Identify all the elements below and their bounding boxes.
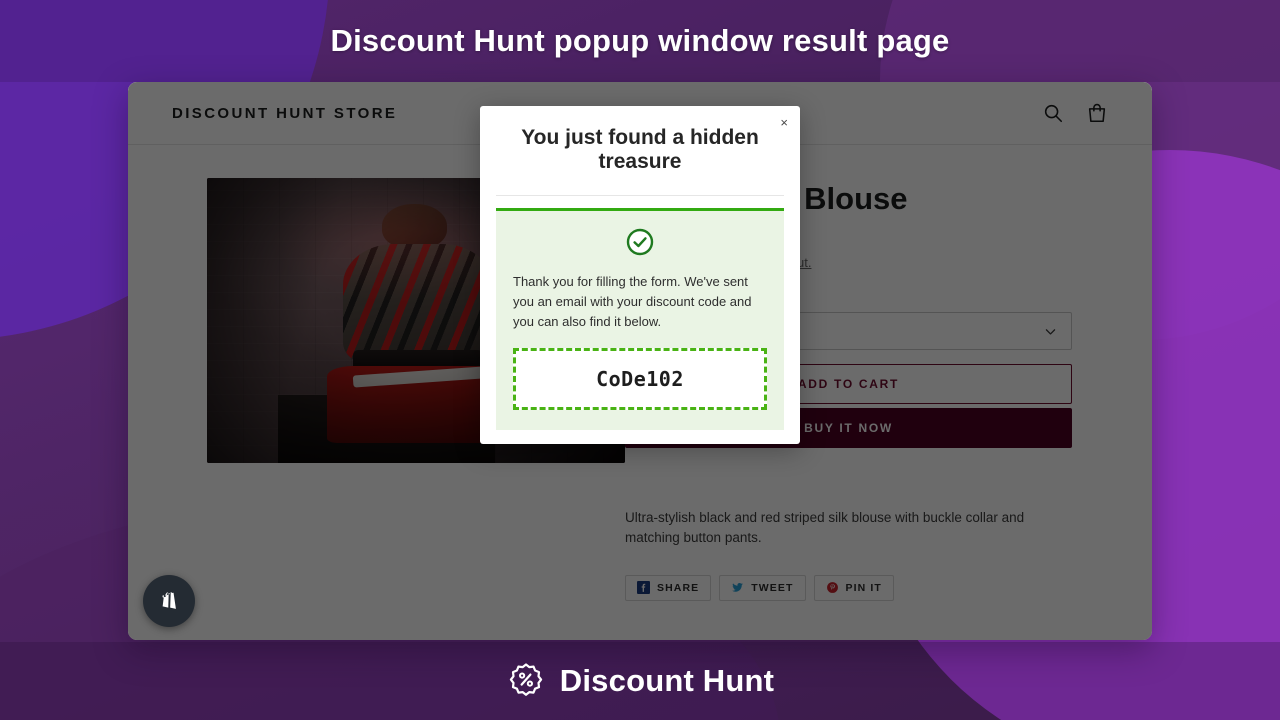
footer-brand: Discount Hunt — [0, 642, 1280, 720]
discount-code-box[interactable]: CoDe102 — [513, 348, 767, 411]
popup-divider — [496, 194, 784, 196]
success-panel: Thank you for filling the form. We've se… — [496, 207, 784, 431]
product-description: Ultra-stylish black and red striped silk… — [625, 510, 1025, 546]
page-title: Discount Hunt popup window result page — [330, 23, 950, 58]
success-message: Thank you for filling the form. We've se… — [513, 273, 752, 329]
shopify-logo-icon — [156, 588, 183, 615]
share-pinterest-label: PIN IT — [845, 581, 882, 594]
discount-popup-modal: × You just found a hidden treasure Thank… — [480, 106, 800, 445]
chevron-down-icon — [1044, 325, 1057, 338]
pinterest-icon — [826, 581, 839, 594]
header-icon-group — [1042, 102, 1108, 124]
social-share-row: SHARE TWEET PIN IT — [625, 574, 1072, 601]
shopping-bag-icon[interactable] — [1086, 102, 1108, 124]
success-icon-wrap — [513, 228, 767, 256]
search-icon[interactable] — [1042, 102, 1064, 124]
share-facebook-label: SHARE — [657, 581, 700, 594]
close-icon[interactable]: × — [780, 116, 788, 129]
share-pinterest-button[interactable]: PIN IT — [813, 574, 894, 601]
shopify-chat-bubble[interactable] — [143, 575, 195, 627]
twitter-icon — [731, 581, 744, 594]
share-twitter-button[interactable]: TWEET — [719, 574, 806, 601]
share-facebook-button[interactable]: SHARE — [625, 574, 712, 601]
popup-title: You just found a hidden treasure — [521, 126, 759, 174]
store-name: DISCOUNT HUNT STORE — [172, 104, 398, 122]
discount-code-value: CoDe102 — [596, 367, 684, 392]
check-circle-icon — [626, 228, 654, 256]
facebook-icon — [637, 581, 650, 595]
footer-brand-name: Discount Hunt — [559, 663, 775, 698]
share-twitter-label: TWEET — [751, 581, 794, 594]
discount-badge-icon — [506, 661, 546, 701]
